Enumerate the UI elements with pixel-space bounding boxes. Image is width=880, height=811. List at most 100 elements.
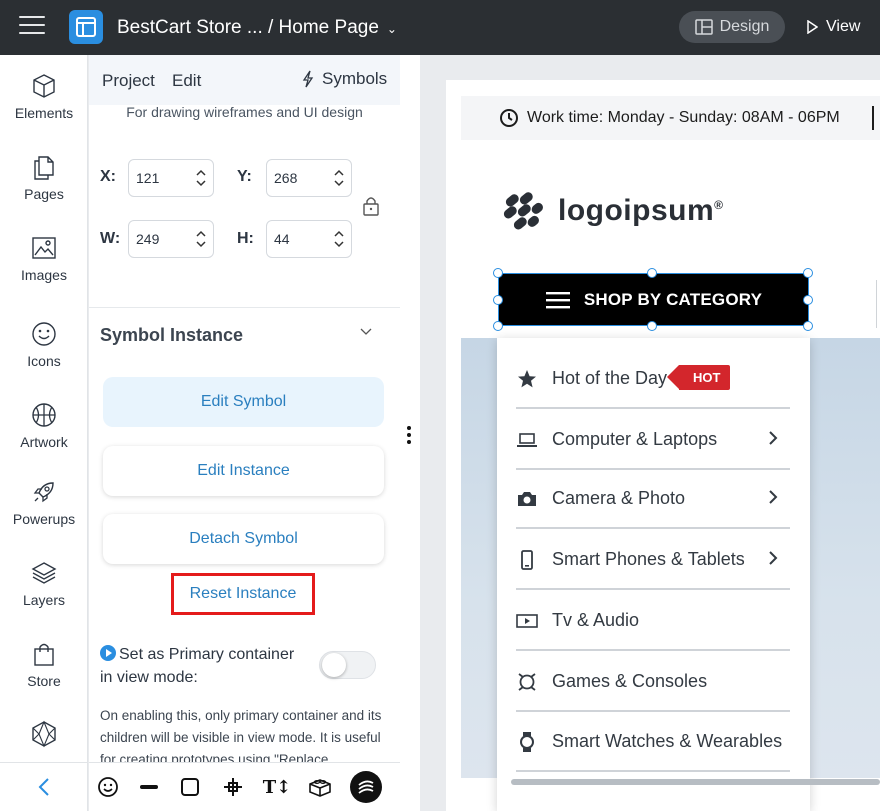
brand-tool-icon[interactable] (350, 771, 382, 803)
rail-label: Pages (24, 186, 64, 202)
resize-handle[interactable] (803, 295, 813, 305)
phone-icon (516, 549, 538, 571)
chevron-down-icon[interactable] (360, 328, 372, 336)
resize-handle[interactable] (493, 295, 503, 305)
category-item[interactable]: Hot of the Day HOT (516, 348, 790, 409)
rail-item-more[interactable] (0, 720, 88, 754)
tab-symbols[interactable]: Symbols (302, 69, 387, 89)
stepper-icon[interactable] (334, 168, 344, 188)
hamburger-menu-icon[interactable] (19, 16, 45, 36)
rail-item-images[interactable]: Images (0, 235, 88, 283)
category-label: Games & Consoles (552, 671, 708, 691)
clock-icon (500, 109, 518, 127)
section-title: Symbol Instance (100, 325, 244, 345)
top-bar: BestCart Store ... / Home Page ⌄ Design V… (0, 0, 880, 55)
w-value: 249 (136, 231, 160, 247)
tv-icon (516, 610, 538, 632)
primary-container-label: Set as Primary container in view mode: (100, 646, 295, 686)
stepper-icon[interactable] (196, 168, 206, 188)
rail-item-layers[interactable]: Layers (0, 560, 88, 608)
rail-label: Elements (14, 105, 74, 121)
collapse-button[interactable] (0, 762, 88, 811)
edit-symbol-button[interactable]: Edit Symbol (103, 377, 384, 427)
h-label: H: (237, 230, 254, 247)
rail-item-elements[interactable]: Elements (0, 73, 88, 121)
line-tool-icon[interactable] (137, 775, 161, 799)
stepper-icon[interactable] (196, 229, 206, 249)
category-item[interactable]: Camera & Photo (516, 468, 790, 529)
category-item[interactable]: Smart Watches & Wearables (516, 711, 790, 772)
play-icon (807, 20, 818, 34)
w-input[interactable]: 249 (128, 220, 214, 258)
resize-handle[interactable] (647, 321, 657, 331)
logo-text[interactable]: logoipsum® (558, 194, 724, 228)
rail-label: Store (27, 673, 61, 689)
lego-tool-icon[interactable] (308, 775, 332, 799)
breadcrumb[interactable]: BestCart Store ... / Home Page ⌄ (117, 17, 397, 39)
lock-icon[interactable] (362, 195, 380, 217)
rail-label: Layers (22, 592, 66, 608)
edit-instance-button[interactable]: Edit Instance (103, 446, 384, 496)
divider (872, 106, 874, 130)
panel-subtitle: For drawing wireframes and UI design (126, 104, 363, 120)
y-value: 268 (274, 170, 298, 186)
resize-handle[interactable] (803, 268, 813, 278)
category-dropdown: Hot of the Day HOT Computer & Laptops Ca… (497, 338, 810, 811)
camera-icon (516, 488, 538, 510)
category-label: Smart Phones & Tablets (552, 549, 745, 569)
logo-mark-icon[interactable] (501, 192, 545, 232)
rail-item-icons[interactable]: Icons (0, 321, 88, 369)
emoji-tool-icon[interactable] (96, 775, 120, 799)
tab-project[interactable]: Project (102, 71, 155, 91)
rail-item-powerups[interactable]: Powerups (0, 479, 88, 527)
chevron-down-icon: ⌄ (386, 22, 397, 36)
resize-handle-icon[interactable] (407, 426, 411, 447)
rail-label: Icons (27, 353, 61, 369)
resize-handle[interactable] (493, 321, 503, 331)
rectangle-tool-icon[interactable] (178, 775, 202, 799)
resize-handle[interactable] (803, 321, 813, 331)
rail-label: Artwork (20, 434, 68, 450)
stepper-icon[interactable] (334, 229, 344, 249)
divider (89, 307, 400, 308)
canvas-page: Work time: Monday - Sunday: 08AM - 06PM … (446, 80, 880, 811)
properties-panel: Project Edit Symbols For drawing wirefra… (89, 55, 400, 762)
help-text: On enabling this, only primary container… (100, 708, 382, 762)
polyhedron-icon (32, 720, 56, 748)
x-label: X: (100, 168, 116, 185)
category-item[interactable]: Games & Consoles (516, 651, 790, 712)
category-item[interactable]: Tv & Audio (516, 590, 790, 651)
rail-item-pages[interactable]: Pages (0, 154, 88, 202)
text-tool-icon[interactable]: T↕ (263, 775, 291, 799)
gamepad-icon (516, 671, 538, 693)
category-label: Tv & Audio (552, 610, 640, 630)
design-mode-button[interactable]: Design (679, 11, 785, 43)
basketball-icon (32, 403, 56, 427)
category-item[interactable]: Computer & Laptops (516, 409, 790, 470)
rail-label: Images (21, 267, 67, 283)
resize-handle[interactable] (647, 268, 657, 278)
resize-handle[interactable] (493, 268, 503, 278)
app-logo-icon[interactable] (69, 10, 103, 44)
category-label: Camera & Photo (552, 488, 686, 508)
rail-item-store[interactable]: Store (0, 641, 88, 689)
layout-icon (694, 19, 713, 35)
x-input[interactable]: 121 (128, 159, 214, 197)
watch-icon (516, 731, 538, 753)
horizontal-scrollbar[interactable] (461, 778, 880, 786)
logo-name: logoipsum (558, 194, 715, 227)
tab-edit[interactable]: Edit (172, 71, 201, 91)
hot-badge: HOT (666, 365, 731, 390)
scrollbar-thumb[interactable] (511, 779, 880, 785)
view-mode-button[interactable]: View (806, 11, 860, 43)
pen-tool-icon[interactable] (221, 775, 245, 799)
category-label: Hot of the Day (552, 368, 668, 388)
h-input[interactable]: 44 (266, 220, 352, 258)
rail-item-artwork[interactable]: Artwork (0, 402, 88, 450)
primary-container-toggle[interactable] (319, 651, 376, 679)
detach-symbol-button[interactable]: Detach Symbol (103, 514, 384, 564)
y-input[interactable]: 268 (266, 159, 352, 197)
category-item[interactable]: Smart Phones & Tablets (516, 529, 790, 590)
category-label: Computer & Laptops (552, 429, 718, 449)
reset-instance-button[interactable]: Reset Instance (171, 573, 315, 615)
